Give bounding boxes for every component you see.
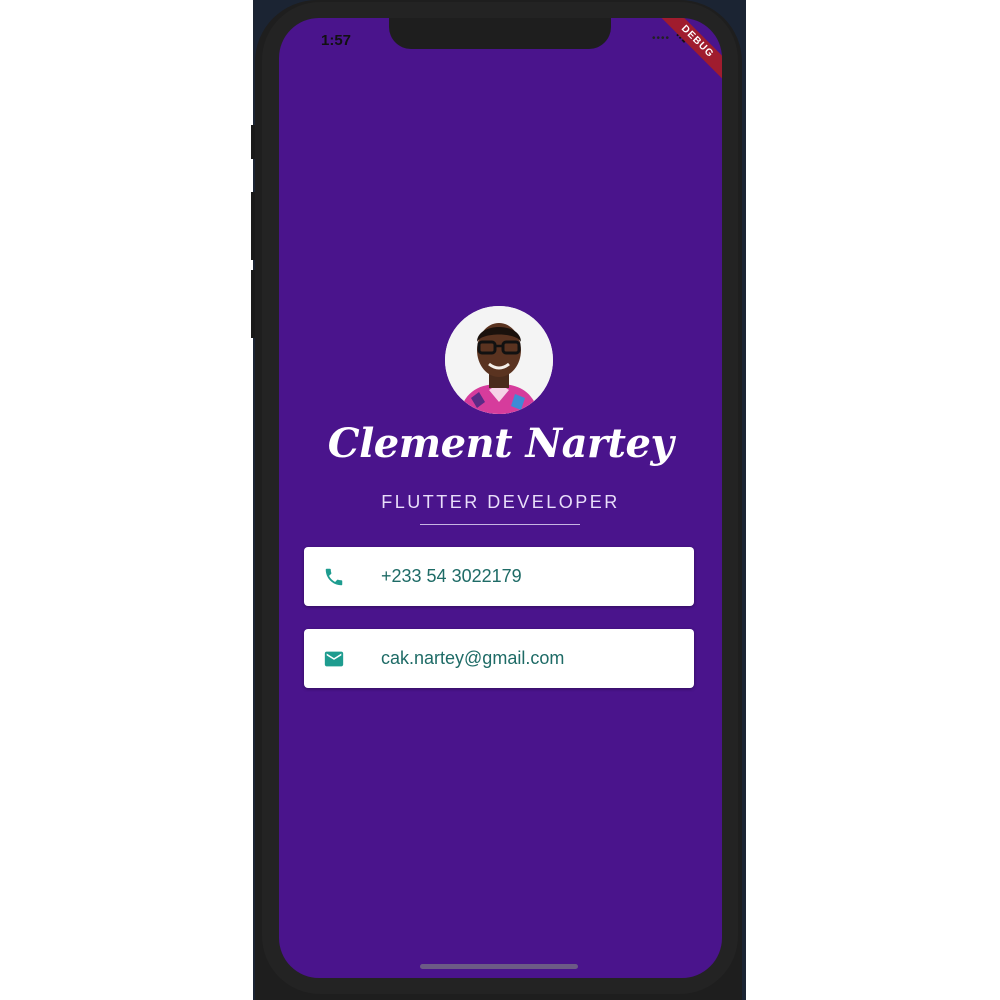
phone-notch [389,18,611,49]
phone-icon [304,566,364,588]
email-address: cak.nartey@gmail.com [381,648,565,668]
email-card[interactable]: cak.nartey@gmail.com [304,629,694,688]
divider [420,524,580,525]
profile-name: Clement Nartey [327,420,674,467]
home-indicator[interactable] [420,964,578,969]
signal-icon: •••• [651,32,670,44]
profile-title: FLUTTER DEVELOPER [381,492,620,512]
mail-icon [304,648,364,670]
profile-avatar [445,306,553,414]
phone-card[interactable]: +233 54 3022179 [304,547,694,606]
app-screen: 1:57 •••• DEBUG Clement Nartey FLUTTER D… [279,18,722,978]
status-time: 1:57 [321,32,352,49]
desktop-background: 1:57 •••• DEBUG Clement Nartey FLUTTER D… [0,0,1000,1000]
phone-number: +233 54 3022179 [381,566,522,586]
profile-photo [445,306,553,414]
